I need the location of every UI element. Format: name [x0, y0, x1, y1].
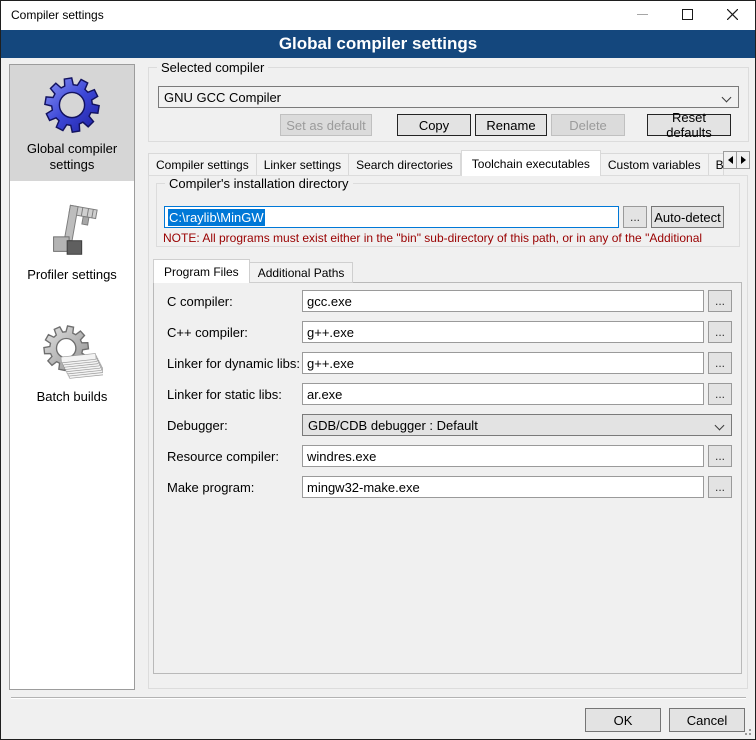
debugger-select[interactable]: GDB/CDB debugger : Default	[302, 414, 732, 436]
install-dir-browse-button[interactable]: ...	[623, 206, 647, 228]
compiler-settings-dialog: Compiler settings Global compiler settin…	[0, 0, 756, 740]
make-program-browse-button[interactable]: ...	[708, 476, 732, 498]
sidebar-item-label: Global compiler settings	[14, 141, 130, 173]
field-label: Debugger:	[167, 418, 228, 433]
form-row-linker-dynamic: Linker for dynamic libs: ...	[153, 352, 742, 374]
cpp-compiler-browse-button[interactable]: ...	[708, 321, 732, 343]
install-dir-group-label: Compiler's installation directory	[165, 176, 353, 191]
tab-custom-variables[interactable]: Custom variables	[601, 153, 709, 176]
tab-additional-paths[interactable]: Additional Paths	[250, 262, 354, 283]
gray-gear-icon	[41, 323, 103, 385]
arrow-left-icon	[728, 156, 733, 164]
linker-dynamic-input[interactable]	[302, 352, 704, 374]
window-title: Compiler settings	[11, 1, 104, 30]
tab-toolchain-executables[interactable]: Toolchain executables	[461, 150, 601, 176]
titlebar: Compiler settings	[1, 1, 755, 30]
maximize-icon	[682, 8, 693, 23]
field-label: Linker for static libs:	[167, 387, 282, 402]
tab-scroll-right-button[interactable]	[736, 151, 750, 169]
linker-static-input[interactable]	[302, 383, 704, 405]
compiler-select[interactable]: GNU GCC Compiler	[158, 86, 739, 108]
resize-grip-icon[interactable]	[741, 725, 751, 735]
sidebar-item-profiler-settings[interactable]: Profiler settings	[10, 191, 134, 291]
program-files-tabstrip: Program Files Additional Paths	[153, 259, 353, 283]
field-label: Resource compiler:	[167, 449, 279, 464]
form-row-c-compiler: C compiler: ...	[153, 290, 742, 312]
chevron-down-icon	[722, 93, 732, 103]
tab-compiler-settings[interactable]: Compiler settings	[148, 153, 257, 176]
debugger-select-value: GDB/CDB debugger : Default	[308, 418, 478, 433]
linker-static-browse-button[interactable]: ...	[708, 383, 732, 405]
arrow-right-icon	[741, 156, 746, 164]
install-dir-input[interactable]: C:\raylib\MinGW	[164, 206, 619, 228]
tab-program-files[interactable]: Program Files	[153, 259, 250, 283]
compiler-select-value: GNU GCC Compiler	[164, 90, 281, 105]
selected-compiler-group-label: Selected compiler	[157, 60, 268, 75]
form-row-debugger: Debugger: GDB/CDB debugger : Default	[153, 414, 742, 436]
make-program-input[interactable]	[302, 476, 704, 498]
cancel-button[interactable]: Cancel	[669, 708, 745, 732]
sidebar-item-label: Batch builds	[14, 389, 130, 405]
reset-defaults-button[interactable]: Reset defaults	[647, 114, 731, 136]
field-label: C compiler:	[167, 294, 233, 309]
caliper-icon	[41, 201, 103, 263]
copy-button[interactable]: Copy	[397, 114, 471, 136]
sidebar-item-global-compiler-settings[interactable]: Global compiler settings	[10, 65, 134, 181]
tab-linker-settings[interactable]: Linker settings	[257, 153, 349, 176]
c-compiler-input[interactable]	[302, 290, 704, 312]
minimize-icon	[637, 8, 648, 23]
maximize-button[interactable]	[665, 1, 710, 30]
field-label: Make program:	[167, 480, 254, 495]
close-icon	[727, 8, 738, 23]
ok-button[interactable]: OK	[585, 708, 661, 732]
resource-compiler-input[interactable]	[302, 445, 704, 467]
form-row-make-program: Make program: ...	[153, 476, 742, 498]
main-tabstrip: Compiler settings Linker settings Search…	[148, 150, 724, 176]
settings-sidebar: Global compiler settings Profiler settin…	[9, 64, 135, 690]
minimize-button[interactable]	[620, 1, 665, 30]
footer-separator	[11, 697, 746, 699]
auto-detect-button[interactable]: Auto-detect	[651, 206, 724, 228]
tab-build-options[interactable]: Build options	[709, 153, 724, 176]
linker-dynamic-browse-button[interactable]: ...	[708, 352, 732, 374]
sidebar-item-label: Profiler settings	[14, 267, 130, 283]
blue-gear-icon	[41, 75, 103, 137]
field-label: Linker for dynamic libs:	[167, 356, 300, 371]
page-title: Global compiler settings	[1, 30, 755, 58]
resource-compiler-browse-button[interactable]: ...	[708, 445, 732, 467]
c-compiler-browse-button[interactable]: ...	[708, 290, 732, 312]
delete-button[interactable]: Delete	[551, 114, 625, 136]
form-row-linker-static: Linker for static libs: ...	[153, 383, 742, 405]
tab-scroll-arrows	[724, 151, 750, 169]
form-row-cpp-compiler: C++ compiler: ...	[153, 321, 742, 343]
install-dir-note: NOTE: All programs must exist either in …	[163, 231, 740, 245]
set-as-default-button[interactable]: Set as default	[280, 114, 372, 136]
sidebar-item-batch-builds[interactable]: Batch builds	[10, 313, 134, 413]
close-button[interactable]	[710, 1, 755, 30]
rename-button[interactable]: Rename	[475, 114, 547, 136]
cpp-compiler-input[interactable]	[302, 321, 704, 343]
tab-search-directories[interactable]: Search directories	[349, 153, 461, 176]
field-label: C++ compiler:	[167, 325, 248, 340]
chevron-down-icon	[715, 421, 725, 431]
install-dir-selected-text: C:\raylib\MinGW	[168, 209, 265, 226]
tab-scroll-left-button[interactable]	[723, 151, 737, 169]
form-row-resource-compiler: Resource compiler: ...	[153, 445, 742, 467]
caption-buttons	[620, 1, 755, 30]
